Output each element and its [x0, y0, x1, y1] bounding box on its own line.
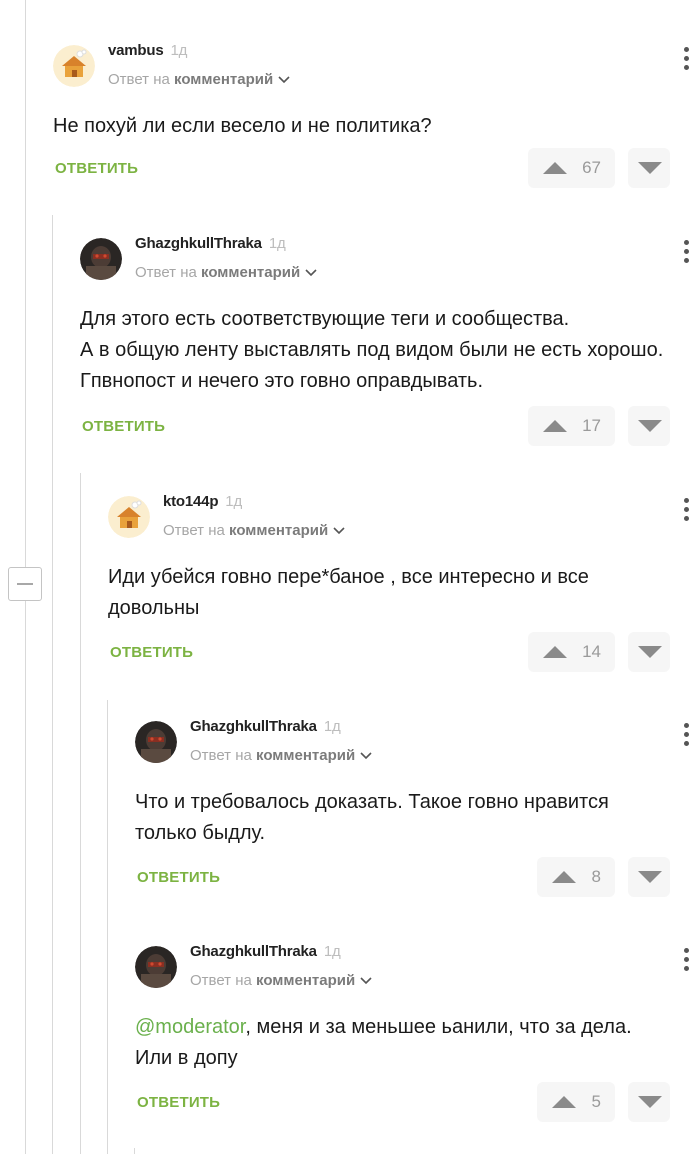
chevron-down-icon: [359, 748, 373, 765]
author-name[interactable]: GhazghkullThraka 1д: [135, 235, 286, 252]
vote-count: 14: [582, 642, 601, 661]
arrow-down-icon: [638, 162, 662, 174]
reply-to-link[interactable]: Ответ на комментарий: [190, 747, 373, 765]
vote-count: 17: [582, 416, 601, 435]
reply-to-link[interactable]: Ответ на комментарий: [135, 264, 318, 282]
comment-time: 1д: [225, 493, 242, 510]
cartoon-house-avatar-icon: [53, 45, 95, 87]
downvote-button[interactable]: [628, 1082, 670, 1122]
more-options-icon[interactable]: [682, 240, 690, 266]
vote-count: 5: [591, 1092, 601, 1111]
armored-warrior-avatar-icon: [135, 946, 177, 988]
arrow-up-icon: [552, 871, 576, 883]
upvote-button[interactable]: 5: [537, 1082, 615, 1122]
reply-to-link[interactable]: Ответ на комментарий: [190, 972, 373, 990]
arrow-down-icon: [638, 1096, 662, 1108]
chevron-down-icon: [277, 72, 291, 89]
comment: vambus 1д Ответ на комментарий Не похуй л…: [53, 42, 689, 190]
armored-warrior-avatar-icon: [135, 721, 177, 763]
comment-time: 1д: [268, 235, 286, 252]
author-name[interactable]: vambus 1д: [108, 42, 187, 59]
comment-time: 1д: [323, 718, 341, 735]
more-options-icon[interactable]: [682, 498, 690, 524]
thread-line: [134, 1148, 135, 1154]
reply-to-link[interactable]: Ответ на комментарий: [108, 71, 291, 89]
reply-button[interactable]: ОТВЕТИТЬ: [55, 160, 138, 177]
upvote-button[interactable]: 17: [528, 406, 615, 446]
author-name[interactable]: kto144p 1д: [163, 493, 242, 510]
comment: GhazghkullThraka 1д Ответ на комментарий …: [135, 943, 689, 1126]
vote-count: 67: [582, 158, 601, 177]
thread-line: [107, 700, 108, 1154]
comment: kto144p 1д Ответ на комментарий Иди убейс…: [108, 493, 689, 676]
thread-line: [52, 215, 53, 1154]
avatar[interactable]: [135, 946, 177, 988]
reply-button[interactable]: ОТВЕТИТЬ: [82, 418, 165, 435]
arrow-down-icon: [638, 420, 662, 432]
author-name[interactable]: GhazghkullThraka 1д: [190, 718, 341, 735]
arrow-down-icon: [638, 646, 662, 658]
comment-text: Для этого есть соответствующие теги и со…: [80, 308, 664, 392]
more-options-icon[interactable]: [682, 948, 690, 974]
comment-time: 1д: [323, 943, 341, 960]
comment-time: 1д: [170, 42, 188, 59]
thread-line: [80, 473, 81, 1154]
user-mention-link[interactable]: @moderator: [135, 1016, 245, 1038]
downvote-button[interactable]: [628, 857, 670, 897]
downvote-button[interactable]: [628, 632, 670, 672]
comment-text: @moderator, меня и за меньшее ьанили, чт…: [135, 1016, 632, 1069]
vote-count: 8: [591, 867, 601, 886]
upvote-button[interactable]: 8: [537, 857, 615, 897]
comment-text: Что и требовалось доказать. Такое говно …: [135, 791, 609, 844]
reply-button[interactable]: ОТВЕТИТЬ: [137, 1094, 220, 1111]
comment-text: Иди убейся говно пере*баное , все интере…: [108, 566, 589, 619]
downvote-button[interactable]: [628, 148, 670, 188]
upvote-button[interactable]: 67: [528, 148, 615, 188]
arrow-up-icon: [543, 162, 567, 174]
chevron-down-icon: [332, 523, 346, 540]
comment: GhazghkullThraka 1д Ответ на комментарий …: [135, 718, 689, 901]
arrow-up-icon: [543, 646, 567, 658]
arrow-up-icon: [552, 1096, 576, 1108]
arrow-down-icon: [638, 871, 662, 883]
collapse-thread-button[interactable]: [8, 567, 42, 601]
avatar[interactable]: [53, 45, 95, 87]
more-options-icon[interactable]: [682, 723, 690, 749]
downvote-button[interactable]: [628, 406, 670, 446]
cartoon-house-avatar-icon: [108, 496, 150, 538]
avatar[interactable]: [108, 496, 150, 538]
avatar[interactable]: [80, 238, 122, 280]
comment-text: Не похуй ли если весело и не политика?: [53, 115, 432, 137]
reply-to-link[interactable]: Ответ на комментарий: [163, 522, 346, 540]
more-options-icon[interactable]: [682, 47, 690, 73]
upvote-button[interactable]: 14: [528, 632, 615, 672]
reply-button[interactable]: ОТВЕТИТЬ: [110, 644, 193, 661]
armored-warrior-avatar-icon: [80, 238, 122, 280]
author-name[interactable]: GhazghkullThraka 1д: [190, 943, 341, 960]
avatar[interactable]: [135, 721, 177, 763]
comment: GhazghkullThraka 1д Ответ на комментарий …: [80, 235, 689, 448]
reply-button[interactable]: ОТВЕТИТЬ: [137, 869, 220, 886]
chevron-down-icon: [359, 973, 373, 990]
arrow-up-icon: [543, 420, 567, 432]
chevron-down-icon: [304, 265, 318, 282]
